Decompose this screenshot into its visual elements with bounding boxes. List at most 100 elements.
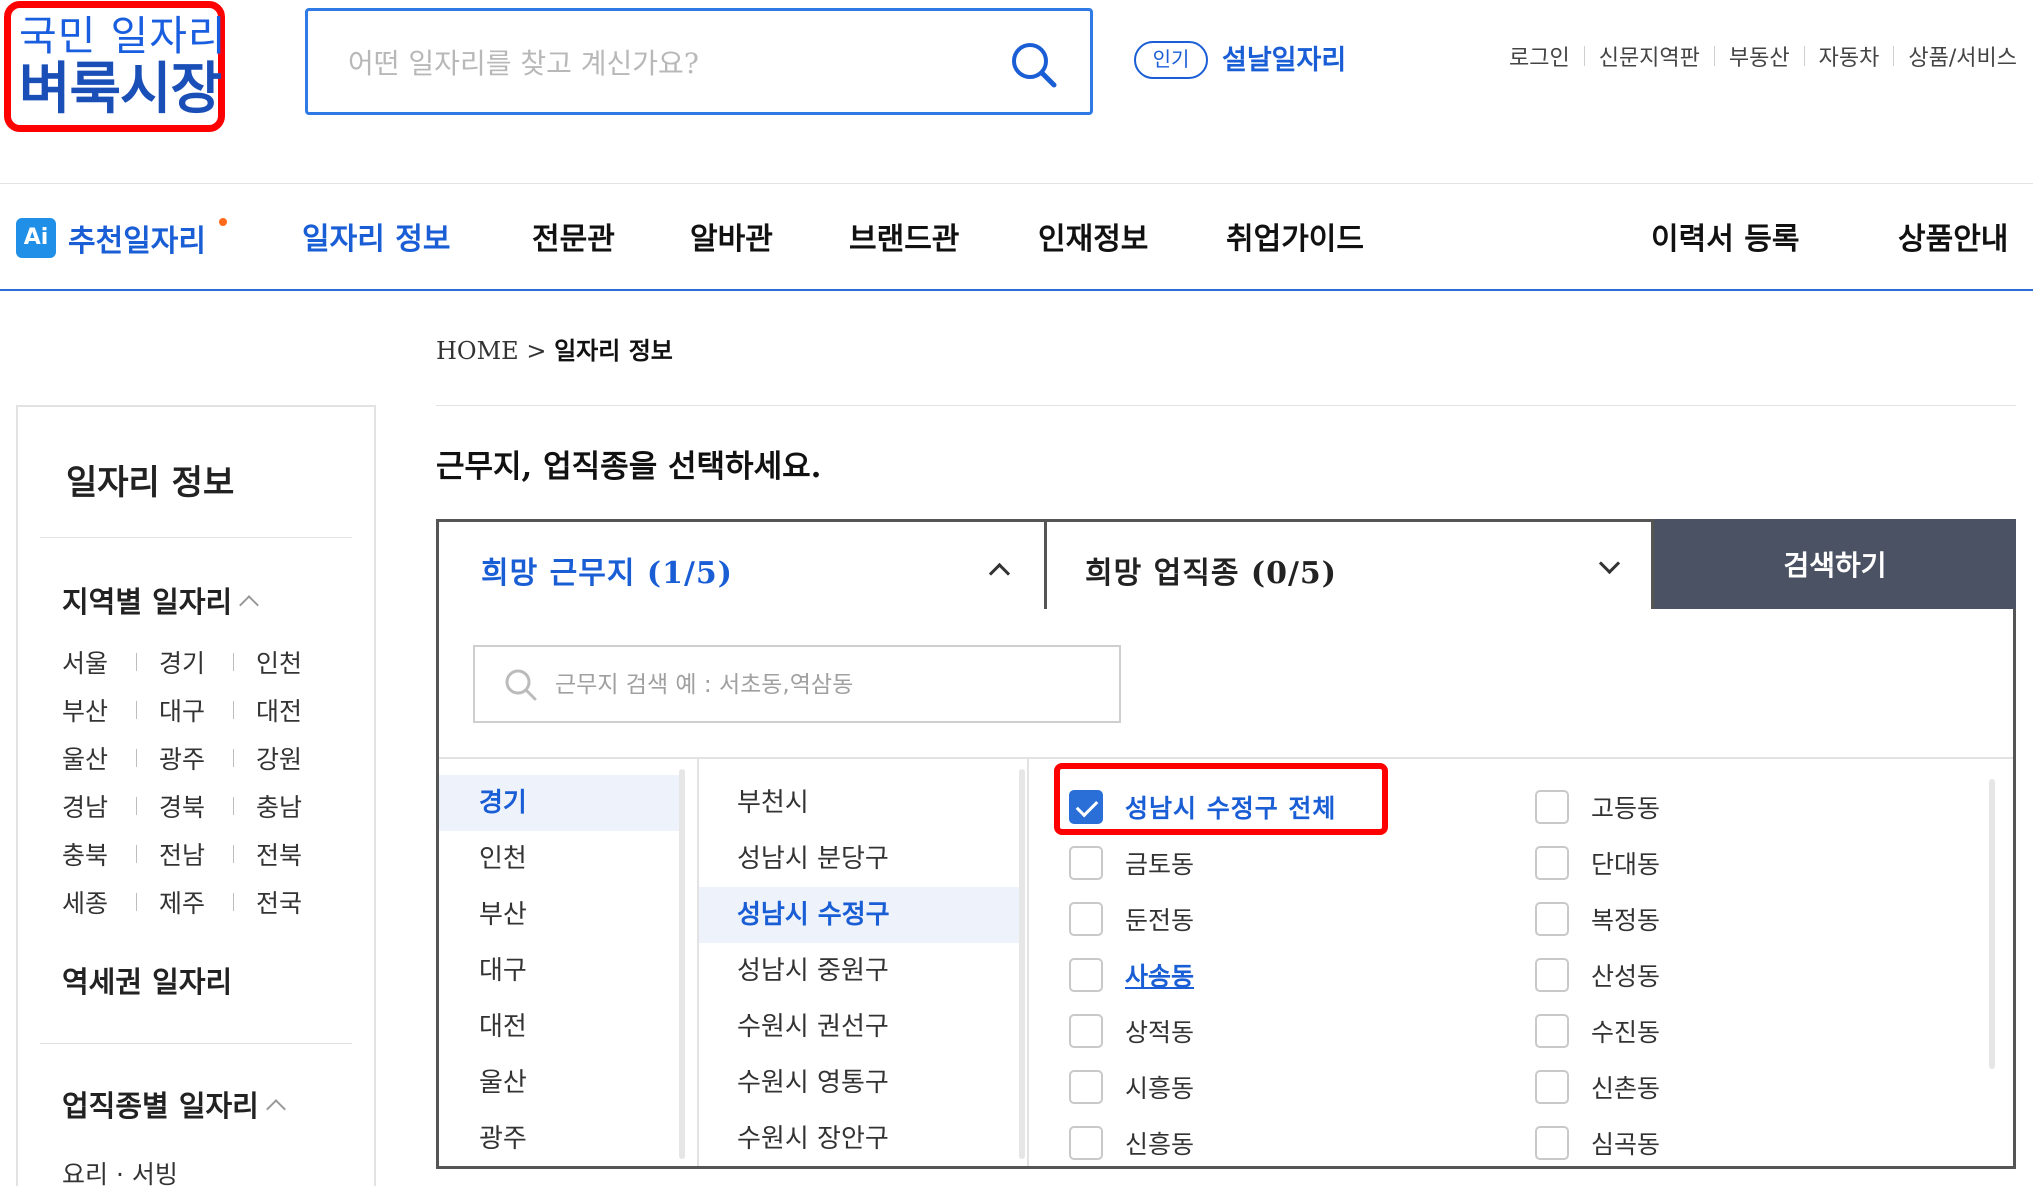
region-divider bbox=[233, 749, 234, 767]
nav-specialty[interactable]: 전문관 bbox=[532, 214, 615, 258]
dong-checkbox[interactable]: 심곡동 bbox=[1535, 1123, 1660, 1163]
region-divider bbox=[136, 845, 137, 863]
login-link[interactable]: 로그인 bbox=[1509, 40, 1570, 72]
region-link[interactable]: 세종 bbox=[62, 884, 124, 920]
dong-checkbox[interactable]: 복정동 bbox=[1535, 899, 1660, 939]
region-scrollbar[interactable] bbox=[679, 769, 685, 1159]
region-divider bbox=[233, 893, 234, 911]
dong-checkbox[interactable]: 단대동 bbox=[1535, 843, 1660, 883]
region-item-selected[interactable]: 경기 bbox=[439, 775, 679, 831]
region-link[interactable]: 강원 bbox=[256, 740, 318, 776]
search-icon[interactable] bbox=[1008, 39, 1060, 91]
region-item[interactable]: 대구 bbox=[439, 943, 697, 999]
sidebar-regional-toggle[interactable]: 지역별 일자리 bbox=[62, 579, 260, 621]
util-divider bbox=[1583, 46, 1585, 66]
region-link[interactable]: 경북 bbox=[159, 788, 221, 824]
dong-checkbox[interactable]: 시흥동 bbox=[1069, 1067, 1194, 1107]
checkbox-icon bbox=[1069, 846, 1103, 880]
city-item[interactable]: 성남시 분당구 bbox=[699, 831, 1027, 887]
utility-links: 로그인 신문지역판 부동산 자동차 상품/서비스 bbox=[1509, 40, 2017, 72]
nav-talent[interactable]: 인재정보 bbox=[1038, 214, 1148, 258]
sidebar-jobtype-toggle[interactable]: 업직종별 일자리 bbox=[62, 1083, 286, 1125]
search-button[interactable]: 검색하기 bbox=[1654, 519, 2016, 612]
dong-checkbox[interactable]: 상적동 bbox=[1069, 1011, 1194, 1051]
region-link[interactable]: 대전 bbox=[256, 692, 318, 728]
sidebar-jobtype-title: 업직종별 일자리 bbox=[62, 1089, 259, 1123]
dong-checkbox[interactable]: 신촌동 bbox=[1535, 1067, 1660, 1107]
city-scrollbar[interactable] bbox=[1019, 769, 1025, 1159]
nav-product-info[interactable]: 상품안내 bbox=[1898, 214, 2008, 258]
city-item[interactable]: 수원시 권선구 bbox=[699, 999, 1027, 1055]
dong-label: 금토동 bbox=[1125, 850, 1195, 879]
region-link[interactable]: 서울 bbox=[62, 644, 124, 680]
nav-job-info[interactable]: 일자리 정보 bbox=[302, 214, 450, 258]
region-link[interactable]: 광주 bbox=[159, 740, 221, 776]
city-item[interactable]: 성남시 중원구 bbox=[699, 943, 1027, 999]
region-link[interactable]: 경기 bbox=[159, 644, 221, 680]
dong-checkbox[interactable]: 고등동 bbox=[1535, 787, 1660, 827]
dong-checkbox[interactable]: 금토동 bbox=[1069, 843, 1194, 883]
nav-resume-register[interactable]: 이력서 등록 bbox=[1651, 214, 1799, 258]
tab-jobtype[interactable]: 희망 업직종 (0/5) bbox=[1044, 519, 1654, 612]
nav-brand[interactable]: 브랜드관 bbox=[849, 214, 959, 258]
location-selector-panel: 서울 경기 인천 부산 대구 대전 울산 광주 광명시 부천시 성남시 분당구 … bbox=[436, 609, 2016, 1169]
dong-checkbox[interactable]: 신흥동 bbox=[1069, 1123, 1194, 1163]
region-link[interactable]: 경남 bbox=[62, 788, 124, 824]
region-link[interactable]: 전국 bbox=[256, 884, 318, 920]
chevron-up-icon bbox=[265, 1099, 286, 1119]
tab-location[interactable]: 희망 근무지 (1/5) bbox=[436, 519, 1044, 612]
region-item[interactable]: 광주 bbox=[439, 1111, 697, 1166]
global-search-input[interactable] bbox=[348, 35, 988, 91]
nav-ai-recommend[interactable]: 추천일자리 bbox=[68, 216, 206, 260]
dong-checkbox[interactable]: 수진동 bbox=[1535, 1011, 1660, 1051]
ai-icon[interactable]: Ai bbox=[16, 218, 56, 258]
region-link[interactable]: 인천 bbox=[256, 644, 318, 680]
region-grid: 서울 경기 인천 부산 대구 대전 울산 광주 강원 경남 경북 충남 충북 전… bbox=[62, 638, 352, 926]
region-link[interactable]: 전북 bbox=[256, 836, 318, 872]
dong-checkbox[interactable]: 산성동 bbox=[1535, 955, 1660, 995]
region-link[interactable]: 충남 bbox=[256, 788, 318, 824]
popular-keyword-link[interactable]: 설날일자리 bbox=[1222, 38, 1346, 77]
nav-part-time[interactable]: 알바관 bbox=[690, 214, 773, 258]
city-item[interactable]: 수원시 영통구 bbox=[699, 1055, 1027, 1111]
dong-checkbox[interactable]: 사송동 bbox=[1069, 955, 1194, 995]
region-divider bbox=[136, 701, 137, 719]
region-item[interactable]: 부산 bbox=[439, 887, 697, 943]
site-logo[interactable]: 국민 일자리 벼룩시장 bbox=[4, 1, 226, 132]
city-item[interactable]: 광명시 bbox=[699, 759, 1027, 775]
sidebar-station-link[interactable]: 역세권 일자리 bbox=[62, 959, 232, 1001]
dong-checkbox-all[interactable]: 성남시 수정구 전체 bbox=[1069, 787, 1336, 827]
region-link[interactable]: 대구 bbox=[159, 692, 221, 728]
nav-career-guide[interactable]: 취업가이드 bbox=[1226, 214, 1364, 258]
region-link[interactable]: 충북 bbox=[62, 836, 124, 872]
util-divider bbox=[1803, 46, 1805, 66]
region-item[interactable]: 서울 bbox=[439, 759, 697, 775]
dong-label: 산성동 bbox=[1591, 962, 1661, 991]
car-link[interactable]: 자동차 bbox=[1819, 40, 1880, 72]
region-divider bbox=[233, 797, 234, 815]
region-divider bbox=[233, 701, 234, 719]
sidebar-jobtype-item[interactable]: 요리 · 서빙 bbox=[62, 1155, 178, 1186]
region-link[interactable]: 울산 bbox=[62, 740, 124, 776]
region-item[interactable]: 대전 bbox=[439, 999, 697, 1055]
region-link[interactable]: 제주 bbox=[159, 884, 221, 920]
region-link[interactable]: 부산 bbox=[62, 692, 124, 728]
city-item[interactable]: 부천시 bbox=[699, 775, 1027, 831]
checkbox-icon bbox=[1535, 1014, 1569, 1048]
chevron-up-icon bbox=[988, 562, 1011, 585]
region-link[interactable]: 전남 bbox=[159, 836, 221, 872]
dong-label: 사송동 bbox=[1125, 962, 1195, 991]
location-search-input[interactable] bbox=[555, 663, 1095, 707]
location-search-box bbox=[473, 645, 1121, 723]
dong-scrollbar[interactable] bbox=[1989, 779, 1995, 1069]
products-link[interactable]: 상품/서비스 bbox=[1908, 40, 2017, 72]
newspaper-region-link[interactable]: 신문지역판 bbox=[1599, 40, 1700, 72]
region-item[interactable]: 인천 bbox=[439, 831, 697, 887]
dong-checkbox[interactable]: 둔전동 bbox=[1069, 899, 1194, 939]
city-item[interactable]: 수원시 장안구 bbox=[699, 1111, 1027, 1166]
city-item-selected[interactable]: 성남시 수정구 bbox=[699, 887, 1019, 943]
real-estate-link[interactable]: 부동산 bbox=[1729, 40, 1790, 72]
region-row: 울산 광주 강원 bbox=[62, 734, 352, 782]
region-item[interactable]: 울산 bbox=[439, 1055, 697, 1111]
breadcrumb-home[interactable]: HOME bbox=[436, 337, 519, 365]
